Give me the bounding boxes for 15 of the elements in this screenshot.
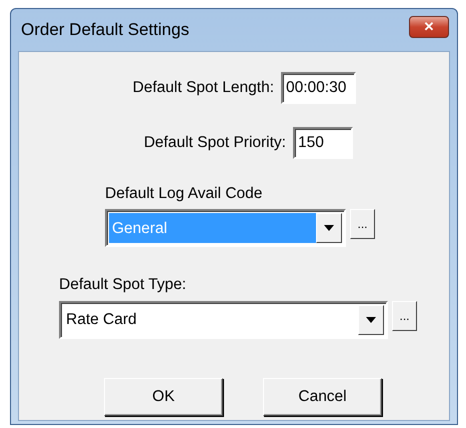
- field-label: Default Log Avail Code: [105, 184, 264, 204]
- close-button[interactable]: ✕: [409, 16, 449, 38]
- window-title: Order Default Settings: [21, 19, 190, 42]
- ok-button[interactable]: OK: [104, 378, 223, 416]
- field-label: Default Spot Length:: [132, 78, 274, 98]
- field-label: Default Spot Type:: [59, 275, 188, 296]
- dropdown-arrow-icon: [366, 316, 376, 322]
- text-field[interactable]: 00:00:30: [281, 72, 356, 104]
- dropdown-arrow-icon: [324, 225, 334, 232]
- dropdown-field[interactable]: Rate Card: [59, 300, 388, 338]
- cancel-button[interactable]: Cancel: [263, 378, 382, 416]
- text-field[interactable]: 150: [293, 127, 353, 159]
- browse-button[interactable]: ...: [392, 300, 417, 330]
- browse-button[interactable]: ...: [350, 209, 375, 240]
- field-label: Default Spot Priority:: [144, 133, 286, 154]
